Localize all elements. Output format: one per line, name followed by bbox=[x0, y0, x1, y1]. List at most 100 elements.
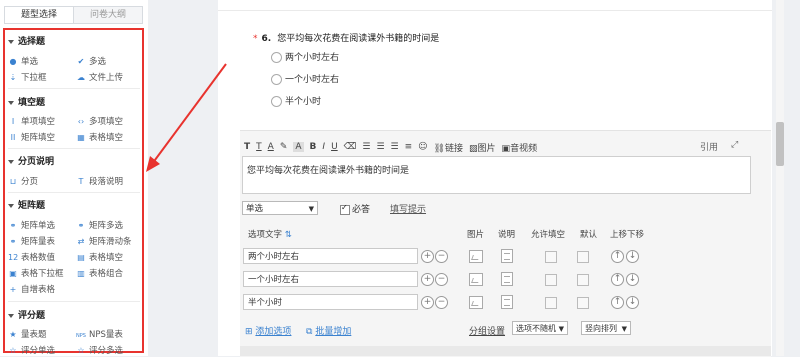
editor-footer bbox=[240, 346, 771, 356]
sort-icon[interactable]: ⇅ bbox=[285, 230, 292, 240]
question-type-select[interactable]: 单选 ▼ bbox=[242, 201, 318, 215]
layout-select[interactable]: 竖向排列 ▼ bbox=[581, 321, 631, 335]
expand-icon[interactable]: ⤢ bbox=[731, 140, 738, 150]
font-size-icon[interactable]: T bbox=[244, 142, 250, 152]
add-option-icon[interactable]: + bbox=[421, 296, 434, 309]
section-fill-blank[interactable]: 填空题 bbox=[8, 95, 45, 108]
type-paragraph[interactable]: T 段落说明 bbox=[76, 175, 123, 187]
italic-icon[interactable]: I bbox=[322, 142, 325, 152]
section-choice[interactable]: 选择题 bbox=[8, 34, 45, 47]
required-checkbox[interactable]: 必答 bbox=[340, 202, 370, 215]
type-table-dropdown[interactable]: ▣ 表格下拉框 bbox=[8, 267, 63, 279]
text-style-icon[interactable]: T bbox=[256, 142, 262, 152]
type-file-upload[interactable]: ☁ 文件上传 bbox=[76, 71, 123, 83]
tab-outline[interactable]: 问卷大纲 bbox=[74, 7, 142, 23]
slider-icon: ⇄ bbox=[77, 237, 85, 246]
type-rating-single[interactable]: ☆ 评分单选 bbox=[8, 344, 55, 356]
scrollbar-thumb[interactable] bbox=[776, 122, 784, 166]
underline-icon[interactable]: U bbox=[331, 142, 338, 152]
type-auto-table[interactable]: + 自增表格 bbox=[8, 283, 55, 295]
group-settings-link[interactable]: 分组设置 bbox=[469, 324, 505, 337]
allow-fill-checkbox[interactable] bbox=[545, 274, 557, 286]
link-button[interactable]: ⛓链接 bbox=[434, 141, 463, 154]
remove-option-icon[interactable]: − bbox=[435, 250, 448, 263]
type-matrix-scale[interactable]: ⚭ 矩阵量表 bbox=[8, 235, 55, 247]
type-table-number[interactable]: 12 表格数值 bbox=[8, 251, 55, 263]
clear-format-icon[interactable]: ⌫ bbox=[344, 142, 357, 152]
add-option-icon[interactable]: + bbox=[421, 273, 434, 286]
description-icon[interactable] bbox=[501, 272, 513, 286]
type-scale[interactable]: ★ 量表题 bbox=[8, 328, 46, 340]
video-button[interactable]: ▣音视频 bbox=[502, 141, 538, 154]
type-table-fill-matrix[interactable]: ▤ 表格填空 bbox=[76, 251, 123, 263]
move-up-icon[interactable]: ↑ bbox=[611, 273, 624, 286]
type-table-combo[interactable]: ▥ 表格组合 bbox=[76, 267, 123, 279]
question-text-editor[interactable]: 您平均每次花费在阅读课外书籍的时间是 bbox=[242, 156, 751, 194]
move-up-icon[interactable]: ↑ bbox=[611, 296, 624, 309]
section-rating[interactable]: 评分题 bbox=[8, 308, 45, 321]
radio-icon bbox=[271, 96, 282, 107]
list-icon[interactable]: ≡ bbox=[405, 142, 413, 152]
type-rating-multi[interactable]: ☆ 评分多选 bbox=[76, 344, 123, 356]
type-matrix-slider[interactable]: ⇄ 矩阵滑动条 bbox=[76, 235, 132, 247]
fill-hint-link[interactable]: 填写提示 bbox=[390, 202, 426, 215]
type-nps[interactable]: NPS NPS量表 bbox=[76, 328, 123, 340]
move-down-icon[interactable]: ↓ bbox=[626, 296, 639, 309]
image-icon[interactable] bbox=[469, 296, 483, 309]
add-option-button[interactable]: ⊞ 添加选项 bbox=[245, 324, 291, 337]
preview-option[interactable]: 半个小时 bbox=[271, 94, 321, 107]
move-up-icon[interactable]: ↑ bbox=[611, 250, 624, 263]
type-dropdown[interactable]: ⇣ 下拉框 bbox=[8, 71, 47, 83]
default-checkbox[interactable] bbox=[577, 297, 589, 309]
required-mark: * bbox=[253, 34, 258, 44]
quote-button[interactable]: 引用 bbox=[700, 140, 718, 153]
default-checkbox[interactable] bbox=[577, 251, 589, 263]
section-matrix[interactable]: 矩阵题 bbox=[8, 198, 45, 211]
default-checkbox[interactable] bbox=[577, 274, 589, 286]
preview-option[interactable]: 一个小时左右 bbox=[271, 72, 339, 85]
question-title[interactable]: * 6. 您平均每次花费在阅读课外书籍的时间是 bbox=[253, 31, 439, 44]
move-down-icon[interactable]: ↓ bbox=[626, 250, 639, 263]
option-text-input[interactable]: 半个小时 bbox=[243, 294, 418, 310]
tab-question-types[interactable]: 题型选择 bbox=[5, 7, 74, 23]
image-icon[interactable] bbox=[469, 250, 483, 263]
table-dropdown-icon: ▣ bbox=[9, 269, 17, 278]
type-matrix-single[interactable]: ⚭ 矩阵单选 bbox=[8, 219, 55, 231]
align-center-icon[interactable]: ☰ bbox=[376, 142, 384, 152]
chevron-down-icon: ▼ bbox=[621, 325, 627, 333]
option-text-input[interactable]: 一个小时左右 bbox=[243, 271, 418, 287]
move-down-icon[interactable]: ↓ bbox=[626, 273, 639, 286]
background-color-icon[interactable]: A bbox=[293, 142, 304, 152]
preview-option[interactable]: 两个小时左右 bbox=[271, 50, 339, 63]
image-icon[interactable] bbox=[469, 273, 483, 286]
emoji-icon[interactable]: ☺ bbox=[418, 142, 427, 152]
arrow-shaft bbox=[151, 63, 227, 165]
highlight-icon[interactable]: ✎ bbox=[280, 142, 288, 152]
allow-fill-checkbox[interactable] bbox=[545, 297, 557, 309]
description-icon[interactable] bbox=[501, 249, 513, 263]
allow-fill-checkbox[interactable] bbox=[545, 251, 557, 263]
add-option-icon[interactable]: + bbox=[421, 250, 434, 263]
batch-add-button[interactable]: ⧉ 批量增加 bbox=[306, 324, 351, 337]
type-multi-fill[interactable]: ‹› 多项填空 bbox=[76, 115, 123, 127]
align-left-icon[interactable]: ☰ bbox=[362, 142, 370, 152]
bold-icon[interactable]: B bbox=[310, 142, 317, 152]
option-random-select[interactable]: 选项不随机 ▼ bbox=[512, 321, 568, 335]
font-color-icon[interactable]: A bbox=[268, 142, 274, 152]
type-multi-choice[interactable]: ✔ 多选 bbox=[76, 55, 106, 67]
align-right-icon[interactable]: ☰ bbox=[391, 142, 399, 152]
type-page-break[interactable]: ⊔ 分页 bbox=[8, 175, 38, 187]
remove-option-icon[interactable]: − bbox=[435, 296, 448, 309]
type-single-choice[interactable]: ● 单选 bbox=[8, 55, 39, 67]
checkbox-icon bbox=[340, 203, 350, 215]
description-icon[interactable] bbox=[501, 295, 513, 309]
scrollbar-track[interactable] bbox=[776, 0, 784, 356]
image-button[interactable]: ▨图片 bbox=[469, 141, 496, 154]
type-single-fill[interactable]: I 单项填空 bbox=[8, 115, 55, 127]
type-matrix-multi[interactable]: ⚭ 矩阵多选 bbox=[76, 219, 123, 231]
type-table-fill[interactable]: ▦ 表格填空 bbox=[76, 131, 123, 143]
section-page-desc[interactable]: 分页说明 bbox=[8, 154, 54, 167]
type-matrix-fill[interactable]: II 矩阵填空 bbox=[8, 131, 55, 143]
option-text-input[interactable]: 两个小时左右 bbox=[243, 248, 418, 264]
remove-option-icon[interactable]: − bbox=[435, 273, 448, 286]
